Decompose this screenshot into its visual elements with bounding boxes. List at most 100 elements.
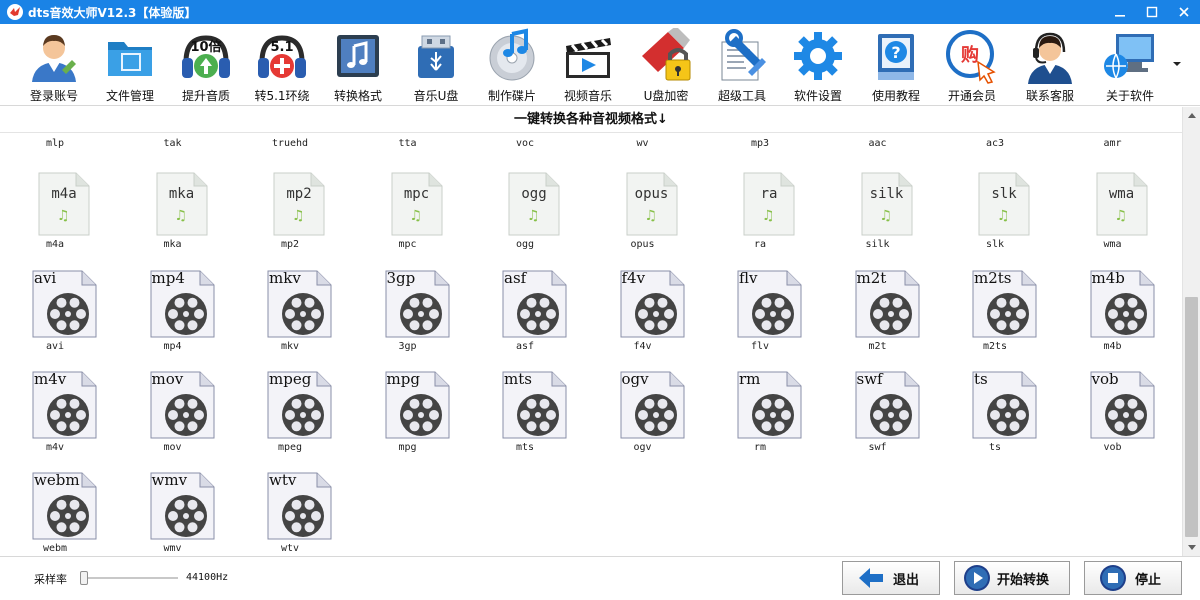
format-grid: mlp tak truehd tta voc wv mp3 aac ac3 amr m4a ♫ m4a m…: [0, 134, 1182, 556]
format-item-flv[interactable]: flv flv: [710, 269, 810, 370]
format-label: m2ts: [982, 341, 1008, 352]
scroll-down-button[interactable]: [1183, 540, 1200, 556]
toolbar-about-button[interactable]: 关于软件: [1092, 26, 1168, 104]
format-item-mka[interactable]: mka ♫ mka: [123, 172, 223, 272]
vip-badge-text: 购: [961, 44, 979, 66]
format-item-ts[interactable]: ts ts: [945, 370, 1045, 471]
toolbar-encrypt-button[interactable]: U盘加密: [628, 26, 704, 104]
format-item-silk[interactable]: silk ♫ silk: [828, 172, 928, 272]
stop-button[interactable]: 停止: [1084, 561, 1182, 595]
toolbar-settings-button[interactable]: 软件设置: [780, 26, 856, 104]
format-item-rm[interactable]: rm rm: [710, 370, 810, 471]
audio-file-icon: m4a ♫: [36, 172, 92, 236]
format-item-3gp[interactable]: 3gp 3gp: [358, 269, 458, 370]
format-item-m4v[interactable]: m4v m4v: [5, 370, 105, 471]
slider-knob[interactable]: [80, 571, 88, 585]
toolbar-help-button[interactable]: ? 使用教程: [858, 26, 934, 104]
format-item-mpeg[interactable]: mpeg mpeg: [240, 370, 340, 471]
format-item-mp2[interactable]: mp2 ♫ mp2: [240, 172, 340, 272]
video-file-icon: swf: [855, 370, 921, 439]
format-item-m4b[interactable]: m4b m4b: [1063, 269, 1163, 370]
toolbar-video-button[interactable]: 视频音乐: [550, 26, 626, 104]
format-item-slk[interactable]: slk ♫ slk: [945, 172, 1045, 272]
format-item-opus[interactable]: opus ♫ opus: [593, 172, 693, 272]
format-label: mp2: [280, 239, 300, 250]
sample-rate-slider[interactable]: [78, 569, 180, 587]
music-note-icon: ♫: [997, 208, 1010, 224]
toolbar-vip-button[interactable]: 购 开通会员: [934, 26, 1010, 104]
format-item-mp4[interactable]: mp4 mp4: [123, 269, 223, 370]
format-item-m4a[interactable]: m4a ♫ m4a: [5, 172, 105, 272]
title-bar: dts音效大师V12.3【体验版】: [0, 0, 1200, 24]
format-item-ogv[interactable]: ogv ogv: [593, 370, 693, 471]
format-item-mpc[interactable]: mpc ♫ mpc: [358, 172, 458, 272]
toolbar-login-button[interactable]: 登录账号: [16, 26, 92, 104]
format-label: m2t: [868, 341, 887, 352]
toolbar-vip-label: 开通会员: [947, 89, 996, 103]
format-item-mov[interactable]: mov mov: [123, 370, 223, 471]
format-item-wtv[interactable]: wtv wtv: [240, 471, 340, 556]
toolbar-encrypt-label: U盘加密: [643, 89, 689, 103]
format-item-avi[interactable]: avi avi: [5, 269, 105, 370]
video-file-icon: wtv: [267, 471, 333, 540]
video-icon-label: mp4: [151, 269, 185, 287]
toolbar-overflow-chevron-icon[interactable]: [1172, 60, 1182, 68]
play-circle-icon: [964, 565, 990, 591]
format-item-f4v[interactable]: f4v f4v: [593, 269, 693, 370]
format-label: ac3: [985, 138, 1005, 149]
toolbar-usb-button[interactable]: 音乐U盘: [398, 26, 474, 104]
toolbar-support-button[interactable]: 联系客服: [1012, 26, 1088, 104]
audio-icon-label: opus: [634, 186, 669, 202]
maximize-button[interactable]: [1136, 0, 1168, 24]
toolbar-quality-button[interactable]: 10倍 提升音质: [168, 26, 244, 104]
scrollbar-thumb[interactable]: [1185, 297, 1198, 537]
format-item-mts[interactable]: mts mts: [475, 370, 575, 471]
folder-icon: [108, 42, 152, 76]
format-item-ra[interactable]: ra ♫ ra: [710, 172, 810, 272]
format-item-mpg[interactable]: mpg mpg: [358, 370, 458, 471]
scroll-up-button[interactable]: [1183, 107, 1200, 123]
format-item-asf[interactable]: asf asf: [475, 269, 575, 370]
format-item-mkv[interactable]: mkv mkv: [240, 269, 340, 370]
format-label: tta: [398, 138, 417, 149]
help-book-icon: ?: [878, 34, 914, 80]
format-label: mkv: [280, 341, 300, 352]
toolbar-tools-button[interactable]: 超级工具: [704, 26, 780, 104]
format-label: mp4: [163, 341, 182, 352]
audio-file-icon: mp2 ♫: [271, 172, 327, 236]
app-window: dts音效大师V12.3【体验版】 登录账号 文件管理 10倍 提升音质 5.1…: [0, 0, 1200, 600]
music-note-icon: ♫: [527, 208, 540, 224]
svg-text:?: ?: [891, 43, 900, 62]
toolbar-disc-button[interactable]: 制作碟片: [474, 26, 550, 104]
format-item-m2t[interactable]: m2t m2t: [828, 269, 928, 370]
toolbar-file-button[interactable]: 文件管理: [92, 26, 168, 104]
format-grid-scrollbar[interactable]: [1182, 107, 1200, 556]
toolbar-convert-button[interactable]: 转换格式: [320, 26, 396, 104]
vip-cart-icon: 购: [946, 30, 996, 84]
exit-button[interactable]: 退出: [842, 561, 940, 595]
video-icon-label: ts: [974, 370, 988, 388]
audio-file-icon: mpc ♫: [389, 172, 445, 236]
clapperboard-icon: [566, 38, 611, 78]
start-convert-button[interactable]: 开始转换: [954, 561, 1070, 595]
toolbar-help-label: 使用教程: [871, 89, 920, 103]
format-item-wma[interactable]: wma ♫ wma: [1063, 172, 1163, 272]
video-icon-label: f4v: [621, 269, 646, 287]
video-icon-label: mkv: [269, 269, 301, 287]
minimize-button[interactable]: [1104, 0, 1136, 24]
format-item-vob[interactable]: vob vob: [1063, 370, 1163, 471]
format-item-m2ts[interactable]: m2ts m2ts: [945, 269, 1045, 370]
video-file-icon: rm: [737, 370, 803, 439]
close-button[interactable]: [1168, 0, 1200, 24]
slider-track: [82, 577, 178, 579]
format-item-wmv[interactable]: wmv wmv: [123, 471, 223, 556]
format-item-ogg[interactable]: ogg ♫ ogg: [475, 172, 575, 272]
format-label: swf: [868, 442, 887, 453]
video-file-icon: vob: [1090, 370, 1156, 439]
format-item-webm[interactable]: webm webm: [5, 471, 105, 556]
toolbar-surround-button[interactable]: 5.1 转5.1环绕: [244, 26, 320, 104]
video-icon-label: vob: [1091, 370, 1119, 388]
format-item-swf[interactable]: swf swf: [828, 370, 928, 471]
headphones-10x-icon: 10倍: [182, 35, 230, 78]
format-label: ogv: [633, 442, 652, 453]
